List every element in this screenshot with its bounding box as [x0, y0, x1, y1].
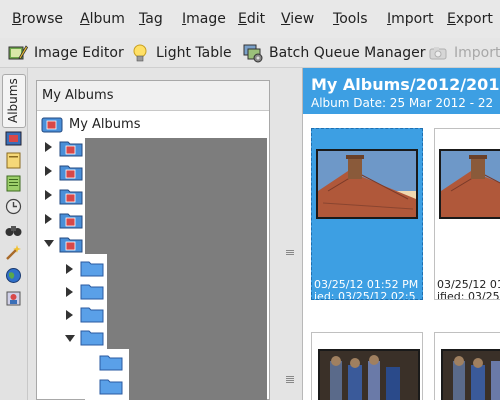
map-search-icon[interactable]	[5, 267, 22, 284]
tree-item-expanded[interactable]	[44, 232, 54, 254]
thumbnail-item[interactable]: 03/25/12 01:52 PM ied: 03/25/12 02:5	[311, 128, 423, 300]
splitter-grip-icon[interactable]	[286, 376, 294, 384]
thumbnail-image[interactable]	[316, 149, 418, 219]
folder-icon	[99, 379, 123, 395]
expand-arrow-icon[interactable]	[45, 142, 52, 152]
splitter-grip-icon[interactable]	[286, 250, 294, 258]
tags-icon[interactable]	[5, 152, 22, 169]
tree-item-expanded[interactable]	[65, 327, 75, 349]
thumbnail-image[interactable]	[441, 349, 500, 400]
album-title: My Albums/2012/2012	[311, 75, 500, 94]
light-bulb-icon	[130, 43, 150, 63]
album-folder-icon	[59, 165, 83, 181]
folder-icon	[99, 355, 123, 371]
left-sidebar-tabs: Albums	[0, 68, 28, 400]
tree-scrollbar[interactable]	[270, 80, 278, 400]
album-folder-icon	[59, 189, 83, 205]
expand-arrow-icon[interactable]	[45, 190, 52, 200]
tree-item[interactable]	[66, 258, 73, 280]
search-icon[interactable]	[5, 221, 22, 238]
album-date-range: Album Date: 25 Mar 2012 - 22	[311, 96, 494, 110]
camera-icon	[428, 43, 448, 63]
menu-album[interactable]: Album	[80, 11, 125, 27]
menu-view[interactable]: View	[281, 11, 314, 27]
thumbnail-image[interactable]	[318, 349, 420, 400]
main-toolbar: Image Editor Light Table Batch Queue Man…	[0, 38, 500, 68]
folder-icon	[80, 261, 104, 277]
menu-image[interactable]: Image	[182, 11, 226, 27]
expand-arrow-icon[interactable]	[66, 287, 73, 297]
tree-item[interactable]	[45, 184, 52, 206]
menu-tag[interactable]: Tag	[139, 11, 163, 27]
album-folder-icon	[59, 213, 83, 229]
menu-export[interactable]: Export	[447, 11, 493, 27]
batch-queue-manager-button[interactable]: Batch Queue Manager	[243, 41, 426, 65]
light-table-button[interactable]: Light Table	[130, 41, 232, 65]
menu-bar: Browse Album Tag Image Edit View Tools I…	[0, 0, 500, 38]
tab-albums[interactable]: Albums	[2, 74, 26, 128]
collapse-arrow-icon[interactable]	[44, 239, 54, 247]
album-folder-icon	[59, 237, 83, 253]
batch-queue-icon	[243, 43, 263, 63]
expand-arrow-icon[interactable]	[45, 214, 52, 224]
people-icon[interactable]	[5, 290, 22, 307]
folder-icon	[80, 330, 104, 346]
image-editor-icon	[8, 43, 29, 63]
tree-root-row[interactable]: My Albums	[41, 113, 140, 135]
album-tree-header: My Albums	[37, 81, 269, 111]
album-tree-header-label: My Albums	[42, 88, 114, 103]
labels-icon[interactable]	[5, 175, 22, 192]
thumbnail-item[interactable]	[434, 332, 500, 400]
expand-arrow-icon[interactable]	[45, 166, 52, 176]
tree-item[interactable]	[66, 304, 73, 326]
tree-item[interactable]	[45, 160, 52, 182]
expand-arrow-icon[interactable]	[66, 310, 73, 320]
timeline-icon[interactable]	[5, 198, 22, 215]
collapse-arrow-icon[interactable]	[65, 334, 75, 342]
albums-icon[interactable]	[5, 130, 22, 147]
thumbnail-item[interactable]: 03/25/12 01:52 PM ified: 03/25/12 02:	[434, 128, 500, 300]
tab-albums-label: Albums	[6, 78, 20, 123]
tree-item[interactable]	[45, 208, 52, 230]
panel-splitter[interactable]	[278, 80, 302, 400]
album-root-icon	[41, 117, 63, 133]
album-folder-icon	[59, 141, 83, 157]
thumbnail-modified-date: ified: 03/25/12 02:	[437, 290, 500, 300]
menu-tools[interactable]: Tools	[333, 11, 368, 27]
thumbnail-item[interactable]	[311, 332, 423, 400]
tree-item[interactable]	[45, 136, 52, 158]
thumbnail-modified-date: ied: 03/25/12 02:5	[314, 290, 416, 300]
expand-arrow-icon[interactable]	[66, 264, 73, 274]
album-header-bar: My Albums/2012/2012 Album Date: 25 Mar 2…	[303, 68, 500, 114]
menu-browse[interactable]: Browse	[12, 11, 63, 27]
album-tree-panel: My Albums My Albums	[36, 80, 270, 400]
folder-icon	[80, 307, 104, 323]
album-icon-view: My Albums/2012/2012 Album Date: 25 Mar 2…	[302, 68, 500, 400]
thumbnail-image[interactable]	[439, 149, 500, 219]
fuzzy-search-icon[interactable]	[5, 244, 22, 261]
import-button[interactable]: Import	[428, 41, 500, 65]
tree-root-label: My Albums	[69, 116, 141, 132]
menu-import[interactable]: Import	[387, 11, 433, 27]
tree-item[interactable]	[66, 281, 73, 303]
folder-icon	[80, 284, 104, 300]
menu-edit[interactable]: Edit	[238, 11, 265, 27]
image-editor-button[interactable]: Image Editor	[8, 41, 124, 65]
